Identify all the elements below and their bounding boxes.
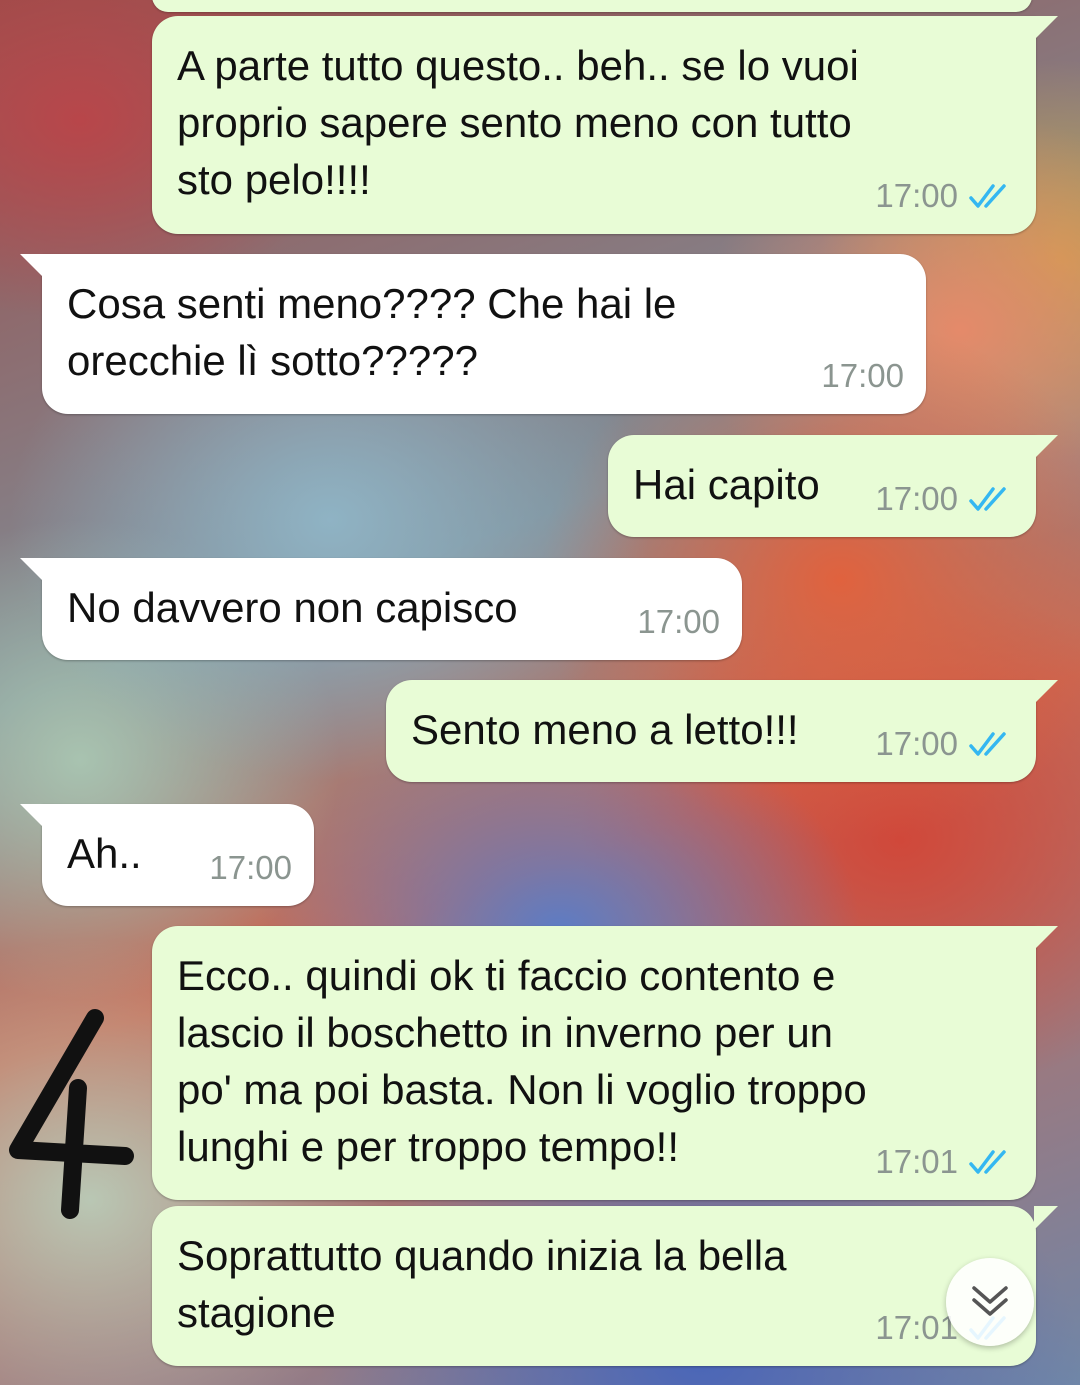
message-text: Sento meno a letto!!! bbox=[411, 706, 799, 753]
message-text: No davvero non capisco bbox=[67, 584, 518, 631]
message-time: 17:00 bbox=[821, 357, 904, 394]
message-bubble-incoming[interactable]: Ah.. 17:00 bbox=[20, 804, 314, 906]
message-bubble-outgoing[interactable]: Sento meno a letto!!! 17:00 bbox=[386, 680, 1058, 782]
message-time: 17:00 bbox=[875, 480, 958, 517]
message-text: Ah.. bbox=[67, 830, 142, 877]
message-meta: 17:00 bbox=[875, 726, 1014, 762]
double-chevron-down-icon bbox=[972, 1286, 1008, 1316]
double-check-read-icon bbox=[969, 732, 1006, 756]
message-time: 17:00 bbox=[637, 603, 720, 640]
message-time: 17:00 bbox=[875, 177, 958, 214]
message-meta: 17:00 bbox=[875, 481, 1014, 517]
message-text: Soprattutto quando inizia la bella stagi… bbox=[177, 1232, 787, 1336]
message-text: Cosa senti meno???? Che hai le orecchie … bbox=[67, 280, 677, 384]
scroll-to-bottom-button[interactable] bbox=[946, 1258, 1034, 1346]
message-meta: 17:00 bbox=[209, 850, 292, 886]
double-check-read-icon bbox=[969, 487, 1006, 511]
message-time: 17:01 bbox=[875, 1309, 958, 1346]
message-meta: 17:00 bbox=[637, 604, 720, 640]
message-text: Ecco.. quindi ok ti faccio contento e la… bbox=[177, 952, 867, 1170]
message-bubble-outgoing[interactable]: Soprattutto quando inizia la bella stagi… bbox=[152, 1206, 1058, 1366]
message-meta: 17:00 bbox=[875, 178, 1014, 214]
message-text: Hai capito bbox=[633, 461, 820, 508]
message-bubble-incoming[interactable]: Cosa senti meno???? Che hai le orecchie … bbox=[20, 254, 926, 414]
message-bubble-incoming[interactable]: No davvero non capisco 17:00 bbox=[20, 558, 742, 660]
message-meta: 17:01 bbox=[875, 1144, 1014, 1180]
message-text: A parte tutto questo.. beh.. se lo vuoi … bbox=[177, 42, 859, 203]
double-check-read-icon bbox=[969, 1150, 1006, 1174]
message-meta: 17:00 bbox=[821, 358, 904, 394]
handwritten-number-4-mark bbox=[9, 1009, 134, 1219]
message-time: 17:01 bbox=[875, 1143, 958, 1180]
previous-message-bubble-edge bbox=[152, 0, 1032, 12]
message-bubble-outgoing[interactable]: Hai capito 17:00 bbox=[608, 435, 1058, 537]
message-time: 17:00 bbox=[209, 849, 292, 886]
message-bubble-outgoing[interactable]: Ecco.. quindi ok ti faccio contento e la… bbox=[152, 926, 1058, 1200]
message-time: 17:00 bbox=[875, 725, 958, 762]
double-check-read-icon bbox=[969, 184, 1006, 208]
message-bubble-outgoing[interactable]: A parte tutto questo.. beh.. se lo vuoi … bbox=[152, 16, 1058, 234]
